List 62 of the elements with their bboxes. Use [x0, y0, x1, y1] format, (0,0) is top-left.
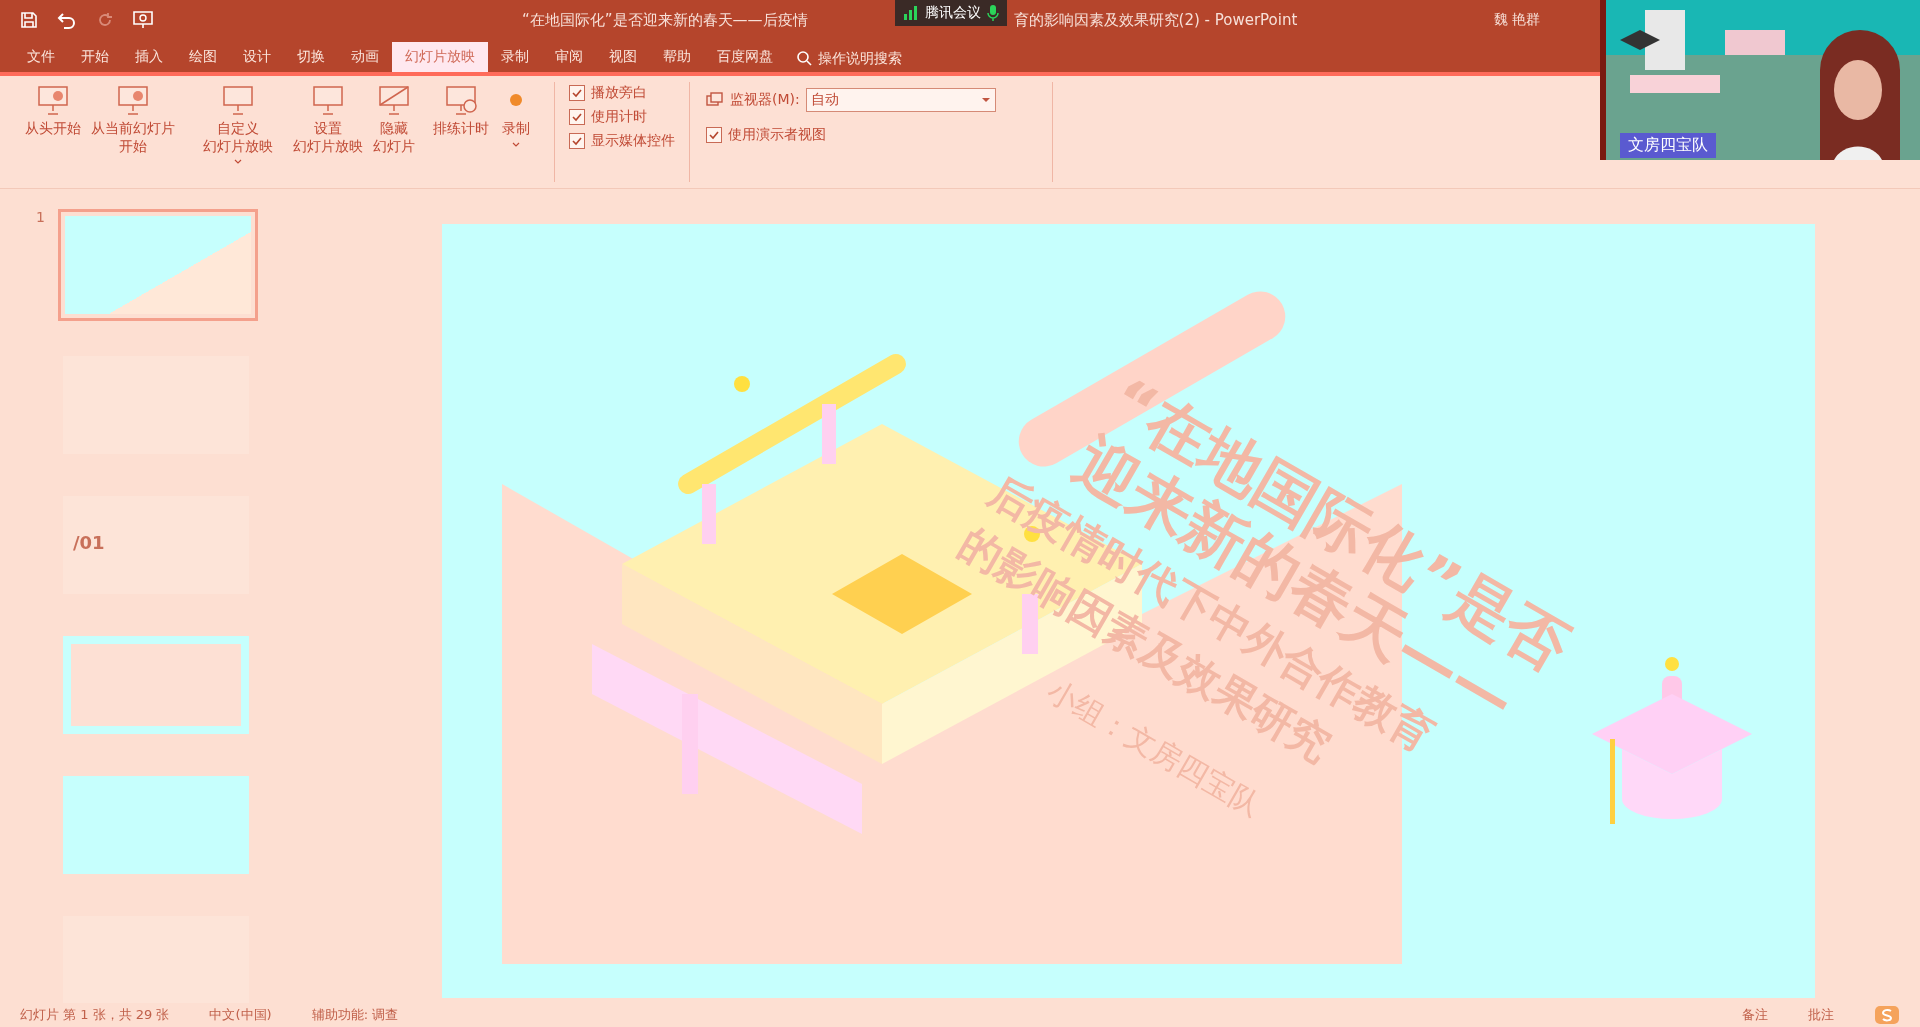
projector-screen-icon: [36, 84, 70, 116]
ribbon-button[interactable]: 从当前幻灯片 开始: [86, 82, 180, 182]
input-method-icon[interactable]: [1874, 1005, 1900, 1025]
ribbon-tab[interactable]: 审阅: [542, 42, 596, 72]
monitor-icon: [706, 92, 724, 108]
slide-thumbnail[interactable]: [58, 209, 258, 321]
checkbox[interactable]: 使用计时: [569, 108, 675, 126]
projector-screen-icon: [444, 84, 478, 116]
ribbon-tab[interactable]: 录制: [488, 42, 542, 72]
participant-name: 文房四宝队: [1620, 133, 1716, 158]
save-icon[interactable]: [20, 11, 38, 29]
check-icon: [571, 111, 583, 123]
window-title: 育的影响因素及效果研究(2) - PowerPoint: [1013, 10, 1298, 30]
check-icon: [571, 87, 583, 99]
projector-screen-icon: [221, 84, 255, 116]
projector-screen-icon: [377, 84, 411, 116]
status-text: 幻灯片 第 1 张，共 29 张: [20, 1006, 170, 1024]
microphone-icon: [987, 5, 999, 21]
meeting-badge[interactable]: 腾讯会议: [895, 0, 1007, 26]
ribbon-tab[interactable]: 开始: [68, 42, 122, 72]
checkbox[interactable]: 播放旁白: [569, 84, 675, 102]
ribbon-button[interactable]: 自定义 幻灯片放映: [198, 82, 278, 182]
projector-screen-icon: [116, 84, 150, 116]
ribbon-button[interactable]: 录制: [494, 82, 538, 182]
status-text: 中文(中国): [209, 1006, 272, 1024]
ribbon-tab[interactable]: 动画: [338, 42, 392, 72]
caret-icon: [234, 159, 242, 165]
signal-icon: [903, 6, 919, 20]
ribbon-tab[interactable]: 文件: [14, 42, 68, 72]
caret-icon: [980, 96, 991, 104]
ribbon-tab[interactable]: 插入: [122, 42, 176, 72]
check-icon: [571, 135, 583, 147]
caret-icon: [512, 141, 520, 148]
user-name: 魏 艳群: [1493, 11, 1540, 29]
monitor-label: 监视器(M):: [730, 91, 800, 109]
search-icon: [796, 50, 812, 66]
ribbon-button[interactable]: 从头开始: [20, 82, 86, 182]
checkbox[interactable]: 显示媒体控件: [569, 132, 675, 150]
ribbon-tab[interactable]: 幻灯片放映: [392, 42, 488, 72]
ribbon-button[interactable]: 设置 幻灯片放映: [288, 82, 368, 182]
search-field[interactable]: 操作说明搜索: [816, 49, 960, 67]
section-number: /01: [73, 532, 105, 553]
ribbon-tab[interactable]: 帮助: [650, 42, 704, 72]
ribbon-button[interactable]: 隐藏 幻灯片: [368, 82, 420, 182]
ribbon-button[interactable]: 排练计时: [428, 82, 494, 182]
projector-screen-icon: [311, 84, 345, 116]
ribbon-tab[interactable]: 设计: [230, 42, 284, 72]
checkbox[interactable]: 使用演示者视图: [706, 126, 1036, 144]
ribbon-tab[interactable]: 绘图: [176, 42, 230, 72]
status-text: 辅助功能: 调查: [311, 1006, 399, 1024]
ribbon-tab[interactable]: 视图: [596, 42, 650, 72]
redo-icon[interactable]: [96, 11, 114, 29]
slide-number: 1: [36, 209, 46, 225]
window-title: “在地国际化”是否迎来新的春天——后疫情: [522, 10, 808, 30]
monitor-dropdown[interactable]: 自动: [805, 88, 996, 112]
ribbon-tab[interactable]: 切换: [284, 42, 338, 72]
slideshow-icon[interactable]: [132, 10, 154, 30]
ribbon-tab[interactable]: 百度网盘: [704, 42, 786, 72]
check-icon: [708, 129, 720, 141]
status-button[interactable]: 备注: [1742, 1006, 1768, 1024]
status-button[interactable]: 批注: [1808, 1006, 1834, 1024]
undo-icon[interactable]: [56, 11, 78, 29]
